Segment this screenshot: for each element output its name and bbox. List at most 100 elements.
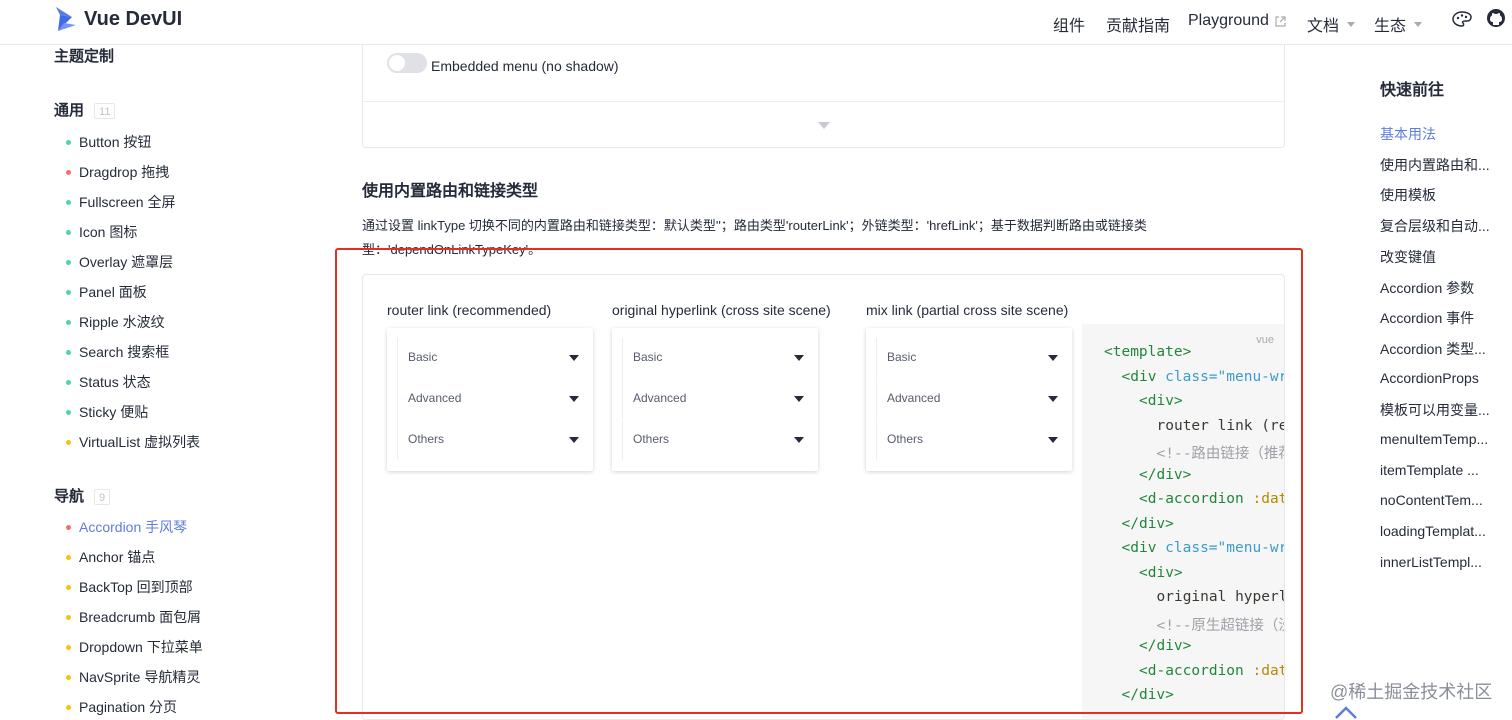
nav-label: 组件 (1053, 18, 1086, 35)
toc-item[interactable]: 改变键值 (1380, 247, 1510, 267)
code-line: <div class="menu-wr (1121, 368, 1285, 385)
logo[interactable]: Vue DevUI (54, 5, 182, 33)
sidebar-item-pagination[interactable]: Pagination 分页 (66, 697, 177, 717)
chevron-down-icon (1048, 355, 1058, 361)
github-icon[interactable] (1486, 8, 1506, 28)
sidebar-item-virtuallist[interactable]: VirtualList 虚拟列表 (66, 432, 200, 452)
sidebar-item-label: Search 搜索框 (79, 344, 170, 360)
toc-item[interactable]: Accordion 参数 (1380, 278, 1510, 298)
sidebar-item-label: Pagination 分页 (79, 699, 178, 715)
code-line: <d-accordion :dat (1139, 663, 1284, 679)
chevron-down-icon (1048, 396, 1058, 402)
accordion-item-basic[interactable]: Basic (622, 338, 808, 378)
sidebar-item-ripple[interactable]: Ripple 水波纹 (66, 312, 165, 332)
nav-components[interactable]: 组件 (1053, 12, 1085, 36)
sidebar-item-backtop[interactable]: BackTop 回到顶部 (66, 577, 193, 597)
accordion-item-label: Others (408, 432, 445, 446)
sidebar-item-label: Button 按钮 (79, 134, 152, 150)
code-line: </div> (1139, 467, 1191, 483)
accordion-item-others[interactable]: Others (397, 420, 583, 460)
sidebar-item-label: Ripple 水波纹 (79, 314, 165, 330)
code-token: </div> (1139, 638, 1192, 654)
code-token: :dat (1243, 491, 1285, 507)
sidebar-item-search[interactable]: Search 搜索框 (66, 342, 169, 362)
link-type-demo-card: router link (recommended) Basic Advanced… (362, 274, 1285, 720)
accordion-item-basic[interactable]: Basic (397, 338, 583, 378)
status-dot (66, 319, 71, 325)
nav-contribute[interactable]: 贡献指南 (1106, 12, 1170, 36)
accordion-item-others[interactable]: Others (622, 420, 808, 460)
nav-docs[interactable]: 文档 (1307, 12, 1356, 36)
accordion-item-label: Advanced (887, 391, 941, 405)
nav-playground[interactable]: Playground (1188, 12, 1286, 30)
sidebar-item-accordion[interactable]: Accordion 手风琴 (66, 517, 187, 537)
code-token: <d-accordion (1139, 491, 1244, 507)
accordion-item-others[interactable]: Others (876, 420, 1062, 460)
accordion-item-advanced[interactable]: Advanced (876, 379, 1062, 419)
sidebar-item-breadcrumb[interactable]: Breadcrumb 面包屑 (66, 607, 201, 627)
sidebar-item-dropdown[interactable]: Dropdown 下拉菜单 (66, 637, 203, 657)
column-title: mix link (partial cross site scene) (866, 302, 1069, 318)
accordion-item-advanced[interactable]: Advanced (397, 379, 583, 419)
code-line: router link (re (1157, 418, 1285, 434)
nav-label: 文档 (1307, 18, 1340, 35)
toc-item[interactable]: 使用模板 (1380, 185, 1510, 205)
status-dot (66, 439, 71, 445)
toc-item[interactable]: 模板可以用变量... (1380, 400, 1510, 420)
toc-item[interactable]: Accordion 事件 (1380, 308, 1510, 328)
sidebar-item-label: NavSprite 导航精灵 (79, 669, 201, 685)
sidebar-item-label: Breadcrumb 面包屑 (79, 609, 202, 625)
sidebar-item-label: Overlay 遮罩层 (79, 254, 174, 270)
code-token: <div (1121, 368, 1157, 385)
toc-item[interactable]: menuItemTemp... (1380, 431, 1510, 447)
status-dot (66, 349, 71, 355)
sidebar-item-fullscreen[interactable]: Fullscreen 全屏 (66, 192, 175, 212)
sidebar-item-dragdrop[interactable]: Dragdrop 拖拽 (66, 162, 169, 182)
sidebar-item-label: Icon 图标 (79, 224, 138, 240)
sidebar-item-sticky[interactable]: Sticky 便贴 (66, 402, 148, 422)
external-link-icon (1275, 15, 1286, 27)
status-dot (66, 169, 71, 175)
chevron-down-icon (794, 355, 804, 361)
code-token: <div> (1139, 564, 1183, 581)
section-title: 使用内置路由和链接类型 (362, 183, 539, 200)
toc-item[interactable]: AccordionProps (1380, 370, 1510, 386)
code-line: <d-accordion :dat (1139, 491, 1285, 507)
sidebar-item-status[interactable]: Status 状态 (66, 372, 151, 392)
accordion-item-basic[interactable]: Basic (876, 338, 1062, 378)
sidebar-item-button[interactable]: Button 按钮 (66, 132, 151, 152)
code-token: </div> (1121, 515, 1174, 532)
app-title: Vue DevUI (84, 7, 183, 30)
embedded-menu-toggle[interactable] (387, 53, 427, 73)
status-dot (66, 554, 71, 560)
toc-title: 快速前往 (1380, 82, 1445, 99)
sidebar-theme-title[interactable]: 主题定制 (54, 45, 114, 66)
toc-item[interactable]: Accordion 类型... (1380, 339, 1510, 359)
accordion-menu: Basic Advanced Others (387, 328, 593, 471)
code-token: <!--原生超链接（没 (1156, 617, 1285, 634)
sidebar-item-label: BackTop 回到顶部 (79, 579, 193, 595)
status-dot (66, 704, 71, 710)
toc-item[interactable]: innerListTempl... (1380, 554, 1510, 570)
back-to-top-icon[interactable] (1334, 704, 1358, 720)
status-dot (66, 409, 71, 415)
sidebar-item-panel[interactable]: Panel 面板 (66, 282, 147, 302)
toc-item[interactable]: noContentTem... (1380, 492, 1510, 508)
toc-item[interactable]: itemTemplate ... (1380, 462, 1510, 478)
expand-code-icon[interactable] (818, 122, 830, 129)
toc-item[interactable]: 基本用法 (1380, 124, 1510, 144)
toc-item[interactable]: 复合层级和自动... (1380, 216, 1510, 236)
status-dot (66, 259, 71, 265)
toc-item[interactable]: 使用内置路由和... (1380, 155, 1510, 175)
sidebar-item-overlay[interactable]: Overlay 遮罩层 (66, 252, 173, 272)
toc-item[interactable]: loadingTemplat... (1380, 523, 1510, 539)
chevron-down-icon (1347, 21, 1356, 27)
palette-icon[interactable] (1452, 10, 1472, 28)
sidebar-item-anchor[interactable]: Anchor 锚点 (66, 547, 155, 567)
nav-ecosystem[interactable]: 生态 (1374, 12, 1423, 36)
code-line: </div> (1122, 687, 1174, 703)
accordion-item-advanced[interactable]: Advanced (622, 379, 808, 419)
sidebar-item-icon[interactable]: Icon 图标 (66, 222, 137, 242)
sidebar-item-navsprite[interactable]: NavSprite 导航精灵 (66, 667, 200, 687)
status-dot (66, 199, 71, 205)
